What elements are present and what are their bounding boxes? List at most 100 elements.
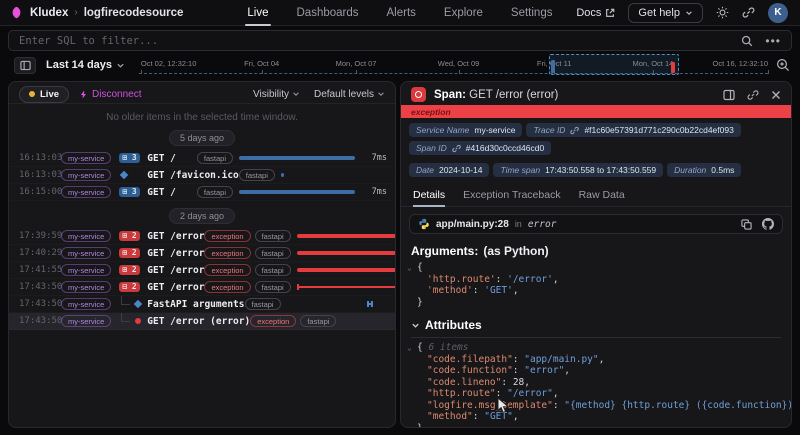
timeline-tick-mark: [141, 70, 142, 74]
span-count-badge[interactable]: ⊞ 3: [119, 153, 139, 163]
detail-chip[interactable]: Duration0.5ms: [667, 163, 741, 177]
share-link-button[interactable]: [742, 6, 755, 19]
docs-link[interactable]: Docs: [576, 7, 615, 19]
detail-chip[interactable]: Trace ID#f1c60e57391d771c290c0b22cd4ef09…: [526, 123, 740, 137]
table-row[interactable]: 17:40:29my-service⊞ 2GET /errorexception…: [9, 245, 395, 262]
chip-value: 0.5ms: [711, 165, 734, 175]
timeline-strip[interactable]: Oct 02, 12:32:10Fri, Oct 04Mon, Oct 07We…: [139, 55, 768, 75]
span-count-badge[interactable]: ⊟ 2: [119, 282, 139, 292]
sql-filter-input[interactable]: [19, 35, 741, 47]
span-detail-panel: Span: GET /error (error) exception Servi…: [400, 81, 792, 428]
live-indicator-dot: [29, 91, 35, 97]
table-row[interactable]: 17:41:55my-service⊞ 2GET /errorexception…: [9, 262, 395, 279]
empty-window-notice: No older items in the selected time wind…: [9, 104, 395, 123]
span-count-badge[interactable]: ⊞ 3: [119, 187, 139, 197]
timeline-selection[interactable]: [549, 54, 679, 75]
code-line: "http.route": "/error",: [407, 388, 781, 400]
chip-label: Span ID: [416, 143, 447, 153]
row-marker: ⊞ 3: [119, 153, 143, 163]
zoom-in-button[interactable]: [776, 58, 790, 72]
table-row[interactable]: 16:13:03my-serviceGET /favicon.icofastap…: [9, 167, 395, 184]
duration-bar: [239, 190, 355, 194]
service-badge: my-service: [61, 315, 111, 327]
tab-alerts[interactable]: Alerts: [385, 0, 418, 26]
row-title: FastAPI arguments: [147, 299, 244, 310]
fold-caret-icon[interactable]: ⌄: [407, 342, 417, 354]
dock-panel-icon[interactable]: [723, 89, 735, 101]
user-avatar[interactable]: K: [768, 3, 788, 23]
detail-chip[interactable]: Span ID#416d30c0ccd46cd0: [409, 141, 551, 155]
code-line: "code.function": "error",: [407, 365, 781, 377]
detail-chip[interactable]: Time span17:43:50.558 to 17:43:50.559: [493, 163, 663, 177]
tab-live[interactable]: Live: [245, 0, 270, 26]
table-row[interactable]: 17:43:50my-serviceGET /error (error)exce…: [9, 313, 395, 330]
code-token: "app/main.py": [524, 354, 598, 365]
span-count-badge[interactable]: ⊞ 2: [119, 248, 139, 258]
visibility-label: Visibility: [253, 89, 289, 100]
breadcrumb-project[interactable]: logfirecodesource: [84, 7, 184, 19]
link-icon: [570, 126, 579, 135]
exception-tag: exception: [204, 230, 250, 242]
service-badge: my-service: [61, 186, 111, 198]
get-help-button[interactable]: Get help: [628, 3, 703, 23]
row-title: GET /error: [147, 231, 204, 242]
duration-bar: [297, 268, 396, 272]
live-toggle[interactable]: Live: [19, 86, 69, 103]
table-row[interactable]: 16:13:03my-service⊞ 3GET /fastapi7ms: [9, 150, 395, 167]
tab-explore[interactable]: Explore: [442, 0, 485, 26]
fastapi-tag: fastapi: [255, 281, 291, 293]
breadcrumb-org[interactable]: Kludex: [30, 7, 68, 19]
code-token: {: [417, 262, 423, 273]
code-line: "logfire.msg_template": "{method} {http.…: [407, 400, 781, 412]
row-timestamp: 16:13:03: [19, 153, 61, 163]
code-token: ,: [599, 354, 605, 365]
tab-settings[interactable]: Settings: [509, 0, 555, 26]
code-token: :: [501, 377, 512, 388]
external-link-icon: [605, 8, 615, 18]
copy-icon[interactable]: [741, 219, 752, 230]
row-tags: fastapi: [197, 152, 233, 164]
time-range-dropdown[interactable]: Last 14 days: [46, 59, 125, 71]
table-row[interactable]: 17:43:50my-serviceFastAPI argumentsfasta…: [9, 296, 395, 313]
search-icon[interactable]: [741, 35, 753, 47]
detail-tab-details[interactable]: Details: [413, 189, 445, 206]
disconnect-button[interactable]: Disconnect: [79, 89, 141, 100]
chip-value: 17:43:50.558 to 17:43:50.559: [545, 165, 656, 175]
table-row[interactable]: 17:39:59my-service⊞ 2GET /errorexception…: [9, 228, 395, 245]
row-tags: fastapi: [197, 186, 233, 198]
avatar-initial: K: [774, 7, 781, 18]
chevron-down-icon: [411, 321, 420, 330]
service-badge: my-service: [61, 169, 111, 181]
table-row[interactable]: 16:15:00my-service⊞ 3GET /fastapi7ms: [9, 184, 395, 201]
theme-toggle-button[interactable]: [716, 6, 729, 19]
code-token: 'GET': [484, 285, 513, 296]
detail-tab-exception-traceback[interactable]: Exception Traceback: [463, 189, 560, 206]
levels-dropdown[interactable]: Default levels: [314, 89, 385, 100]
detail-tab-raw-data[interactable]: Raw Data: [579, 189, 625, 206]
panel-toggle-button[interactable]: [14, 57, 36, 74]
fastapi-tag: fastapi: [300, 315, 336, 327]
chip-label: Service Name: [416, 125, 469, 135]
detail-chip[interactable]: Service Namemy-service: [409, 123, 522, 137]
github-icon[interactable]: [762, 218, 774, 230]
detail-chip[interactable]: Date2024-10-14: [409, 163, 489, 177]
duration-bar: [297, 234, 396, 238]
tab-dashboards[interactable]: Dashboards: [295, 0, 361, 26]
code-token: ,: [553, 274, 559, 285]
copy-link-icon[interactable]: [747, 89, 759, 101]
close-icon[interactable]: [771, 90, 781, 100]
code-location-bar[interactable]: app/main.py:28 in error: [409, 214, 783, 234]
row-title: GET /error (error): [147, 316, 250, 327]
visibility-dropdown[interactable]: Visibility: [253, 89, 300, 100]
code-file-path: app/main.py:28: [436, 219, 509, 230]
disconnect-icon: [79, 90, 88, 99]
row-marker: ⊟ 2: [119, 282, 143, 292]
attributes-heading[interactable]: Attributes: [401, 308, 791, 332]
top-nav: Kludex › logfirecodesource LiveDashboard…: [0, 0, 800, 26]
fold-caret-icon[interactable]: ⌄: [407, 262, 417, 274]
span-diamond-icon: [134, 300, 142, 308]
table-row[interactable]: 17:43:50my-service⊟ 2GET /errorexception…: [9, 279, 395, 296]
row-title: GET /favicon.ico: [147, 170, 239, 181]
span-count-badge[interactable]: ⊞ 2: [119, 265, 139, 275]
span-count-badge[interactable]: ⊞ 2: [119, 231, 139, 241]
